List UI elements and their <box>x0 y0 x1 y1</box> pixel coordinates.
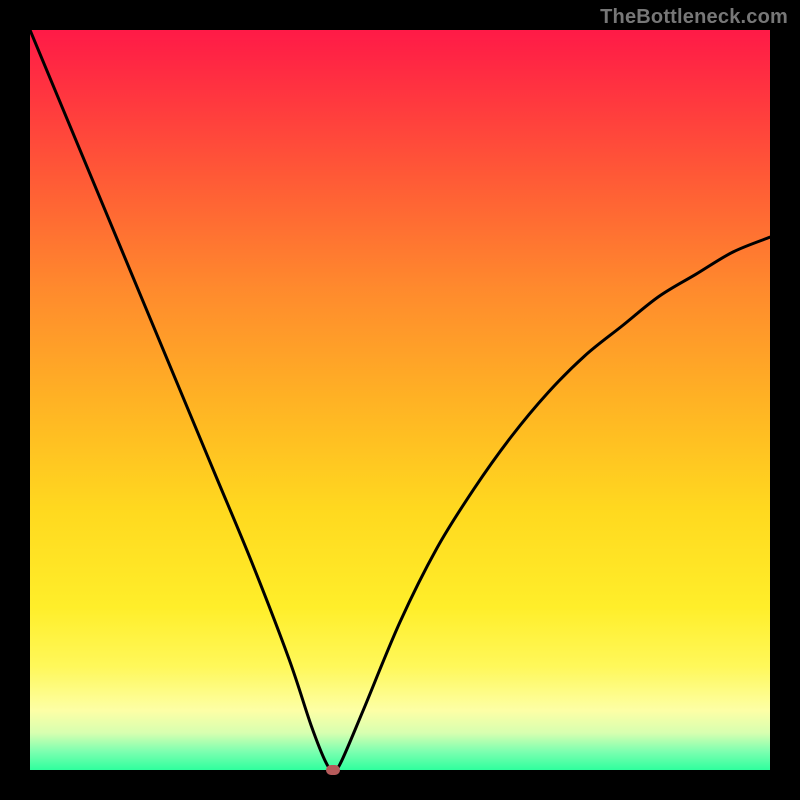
chart-frame: TheBottleneck.com <box>0 0 800 800</box>
watermark-text: TheBottleneck.com <box>600 6 788 29</box>
plot-area <box>30 30 770 770</box>
bottleneck-curve <box>30 30 770 770</box>
optimal-point-marker <box>326 765 340 775</box>
